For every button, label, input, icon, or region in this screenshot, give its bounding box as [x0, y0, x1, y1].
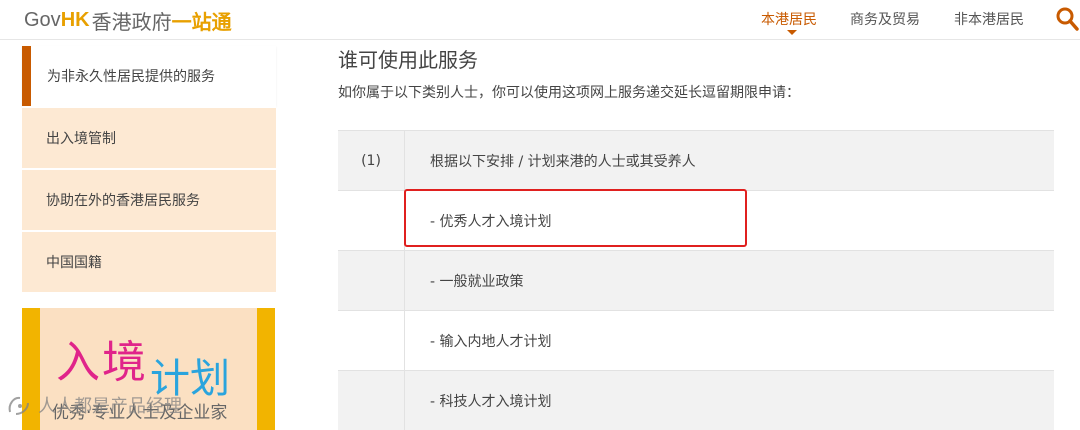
search-icon[interactable] [1055, 6, 1079, 32]
banner-right-bar [257, 308, 275, 430]
header: Gov HK 香港政府 一站通 本港居民 商务及贸易 非本港居民 [0, 0, 1080, 40]
logo-one-stop: 一站通 [171, 9, 232, 34]
logo-hk: HK [60, 8, 90, 31]
page-title: 谁可使用此服务 [338, 48, 478, 72]
sidebar-item-label: 中国国籍 [46, 255, 102, 271]
sidebar-item-immigration-control[interactable]: 出入境管制 [22, 108, 276, 168]
govhk-logo[interactable]: Gov HK 香港政府 一站通 [24, 6, 232, 34]
sidebar-item-chinese-nationality[interactable]: 中国国籍 [22, 232, 276, 292]
row-text: 根据以下安排 / 计划来港的人士或其受养人 [430, 153, 696, 170]
nav-residents[interactable]: 本港居民 [761, 9, 817, 29]
watermark-text: 人人都是产品经理 [38, 396, 182, 417]
nav-business[interactable]: 商务及贸易 [850, 9, 920, 29]
sidebar-item-non-permanent-residents[interactable]: 为非永久性居民提供的服务 [22, 46, 276, 106]
page-description: 如你属于以下类别人士，你可以使用这项网上服务递交延长逗留期限申请： [338, 85, 800, 101]
sidebar-item-label: 为非永久性居民提供的服务 [47, 69, 215, 85]
row-number: (1) [338, 131, 405, 190]
row-text: - 输入内地人才计划 [430, 333, 552, 350]
highlight-box [404, 189, 747, 247]
row-number [338, 251, 405, 310]
watermark-logo-icon [8, 396, 29, 415]
active-nav-caret-icon [787, 30, 797, 35]
banner-title-part1: 入境 [56, 337, 148, 388]
logo-cn: 香港政府 [91, 9, 172, 34]
table-row: (1) 根据以下安排 / 计划来港的人士或其受养人 [338, 130, 1054, 190]
row-number [338, 371, 405, 430]
watermark: 人人都是产品经理 [6, 392, 182, 418]
row-number [338, 191, 405, 250]
table-row: - 一般就业政策 [338, 250, 1054, 310]
row-number [338, 311, 405, 370]
sidebar-item-label: 协助在外的香港居民服务 [46, 193, 200, 209]
logo-gov: Gov [24, 8, 61, 31]
nav-non-residents[interactable]: 非本港居民 [954, 9, 1024, 29]
row-text: - 一般就业政策 [430, 273, 524, 290]
sidebar-item-label: 出入境管制 [46, 131, 116, 147]
row-text: - 科技人才入境计划 [430, 393, 552, 410]
table-row: - 科技人才入境计划 [338, 370, 1054, 430]
sidebar-item-assistance-abroad[interactable]: 协助在外的香港居民服务 [22, 170, 276, 230]
table-row: - 输入内地人才计划 [338, 310, 1054, 370]
